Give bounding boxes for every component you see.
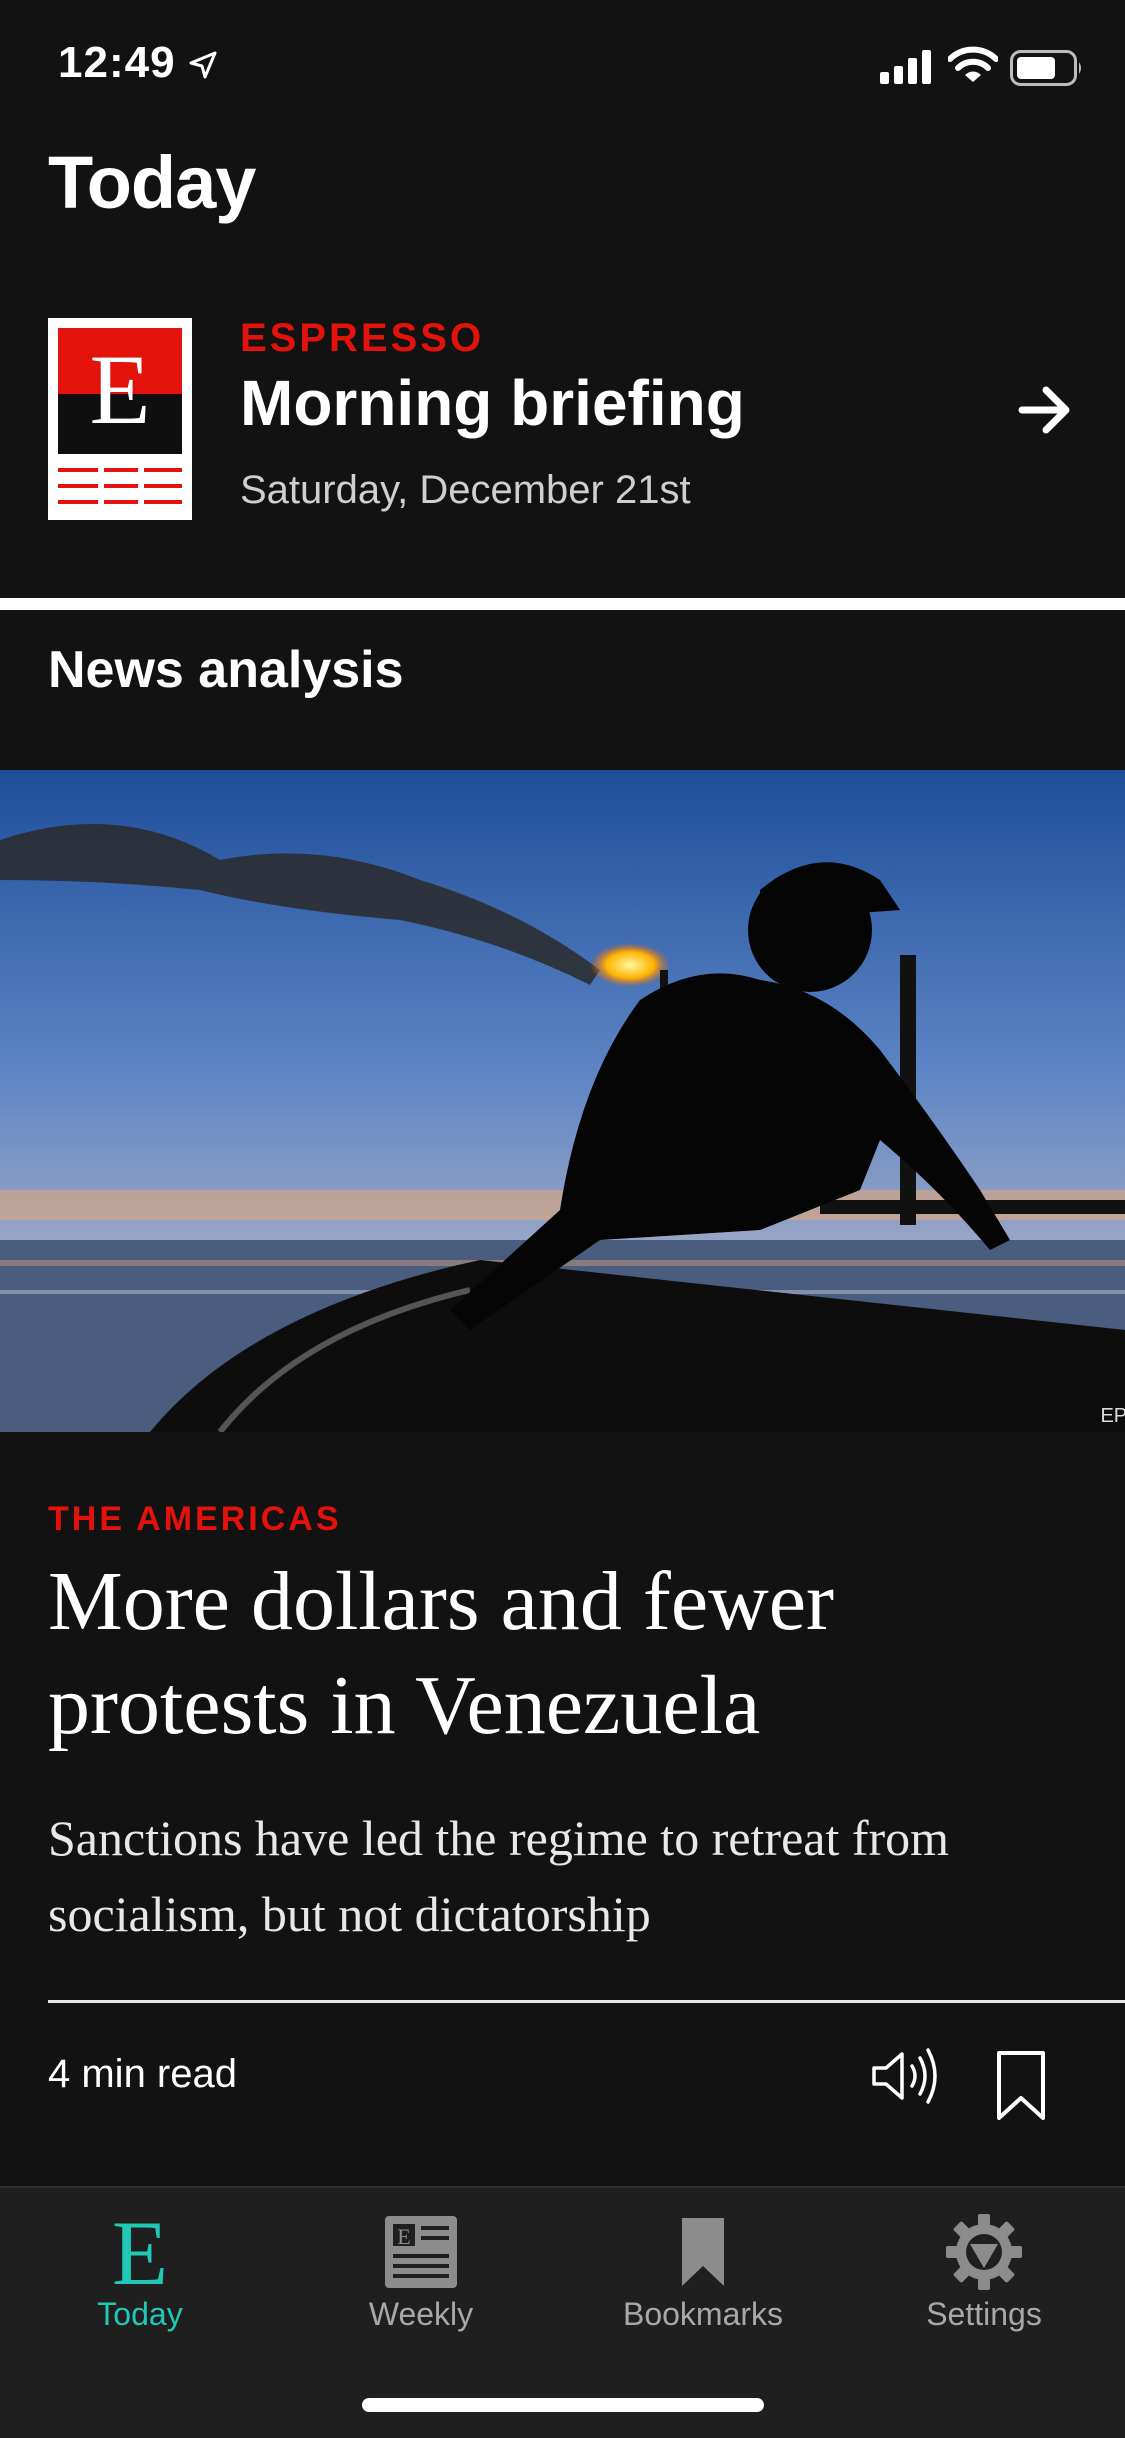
page-title: Today: [48, 141, 256, 224]
article-divider: [48, 2000, 1125, 2003]
arrow-right-icon[interactable]: [1018, 382, 1074, 438]
tab-bookmarks[interactable]: Bookmarks: [593, 2196, 813, 2336]
home-indicator[interactable]: [362, 2398, 764, 2412]
tab-label: Weekly: [368, 2296, 474, 2332]
svg-text:E: E: [397, 2224, 410, 2249]
espresso-logo: E: [48, 318, 192, 520]
tab-label: Bookmarks: [622, 2296, 784, 2332]
bookmark-icon[interactable]: [996, 2050, 1046, 2122]
section-title: News analysis: [48, 641, 404, 699]
bookmark-icon: [682, 2218, 724, 2286]
article-headline[interactable]: More dollars and fewer protests in Venez…: [48, 1550, 1078, 1758]
tab-weekly[interactable]: E Weekly: [311, 2196, 531, 2336]
tab-settings[interactable]: Settings: [874, 2196, 1094, 2336]
read-time: 4 min read: [48, 2052, 237, 2096]
espresso-title: Morning briefing: [240, 367, 745, 439]
audio-speaker-icon[interactable]: [870, 2046, 938, 2106]
gear-icon: [946, 2214, 1022, 2290]
espresso-date: Saturday, December 21st: [240, 468, 691, 512]
magazine-icon: E: [385, 2216, 457, 2288]
svg-text:E: E: [112, 2210, 168, 2290]
wifi-icon: [948, 46, 998, 82]
cellular-signal-icon: [880, 50, 931, 84]
status-time: 12:49: [58, 38, 176, 87]
article-hero-image[interactable]: EPA: [0, 770, 1125, 1432]
battery-icon: [1010, 50, 1081, 86]
economist-e-icon: E: [112, 2210, 168, 2290]
tab-today[interactable]: E Today: [30, 2196, 250, 2336]
tab-label: Today: [97, 2296, 183, 2332]
tab-label: Settings: [926, 2296, 1042, 2332]
location-arrow-icon: [189, 51, 217, 79]
section-divider: [0, 598, 1125, 610]
espresso-kicker: ESPRESSO: [240, 316, 485, 360]
article-standfirst: Sanctions have led the regime to retreat…: [48, 1810, 950, 1942]
article-kicker: THE AMERICAS: [48, 1500, 342, 1538]
image-credit: EPA: [1100, 1405, 1125, 1427]
